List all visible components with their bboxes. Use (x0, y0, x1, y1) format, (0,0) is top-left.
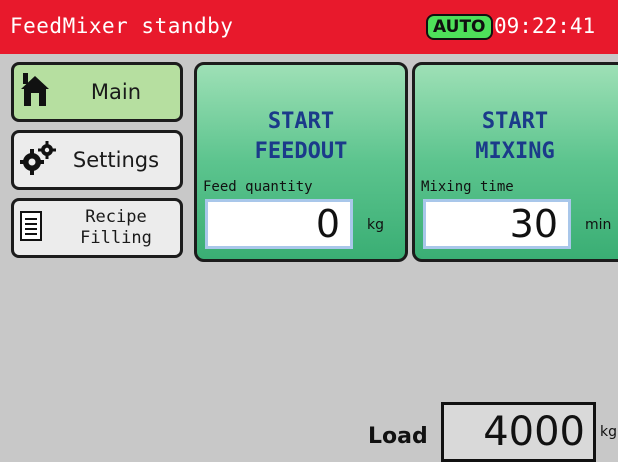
document-icon (20, 211, 42, 245)
mixing-time-unit: min (585, 217, 612, 233)
load-unit: kg (600, 424, 617, 440)
load-label: Load (368, 424, 428, 449)
start-mixing-title: START MIXING (475, 109, 555, 164)
start-feedout-title: START FEEDOUT (254, 109, 348, 164)
auto-mode-badge[interactable]: AUTO (426, 14, 493, 40)
status-bar: FeedMixer standby AUTO 09:22:41 (0, 0, 618, 54)
start-mixing-tile[interactable]: START MIXING Mixing time 30 min (412, 62, 618, 262)
house-icon (20, 73, 50, 111)
feed-quantity-input[interactable]: 0 (205, 199, 353, 249)
feed-quantity-unit: kg (367, 217, 384, 233)
main-button-label: Main (90, 80, 142, 104)
mixing-time-label: Mixing time (421, 179, 514, 195)
feed-quantity-label: Feed quantity (203, 179, 313, 195)
start-feedout-tile[interactable]: START FEEDOUT Feed quantity 0 kg (194, 62, 408, 262)
clock: 09:22:41 (494, 14, 596, 38)
load-value: 4000 (441, 402, 596, 462)
gears-icon (20, 141, 56, 179)
recipe-filling-button[interactable]: Recipe Filling (11, 198, 183, 258)
app-title: FeedMixer standby (10, 14, 234, 38)
settings-button-label: Settings (72, 148, 160, 172)
mixing-time-input[interactable]: 30 (423, 199, 571, 249)
settings-button[interactable]: Settings (11, 130, 183, 190)
recipe-filling-label: Recipe Filling (80, 207, 152, 248)
main-button[interactable]: Main (11, 62, 183, 122)
